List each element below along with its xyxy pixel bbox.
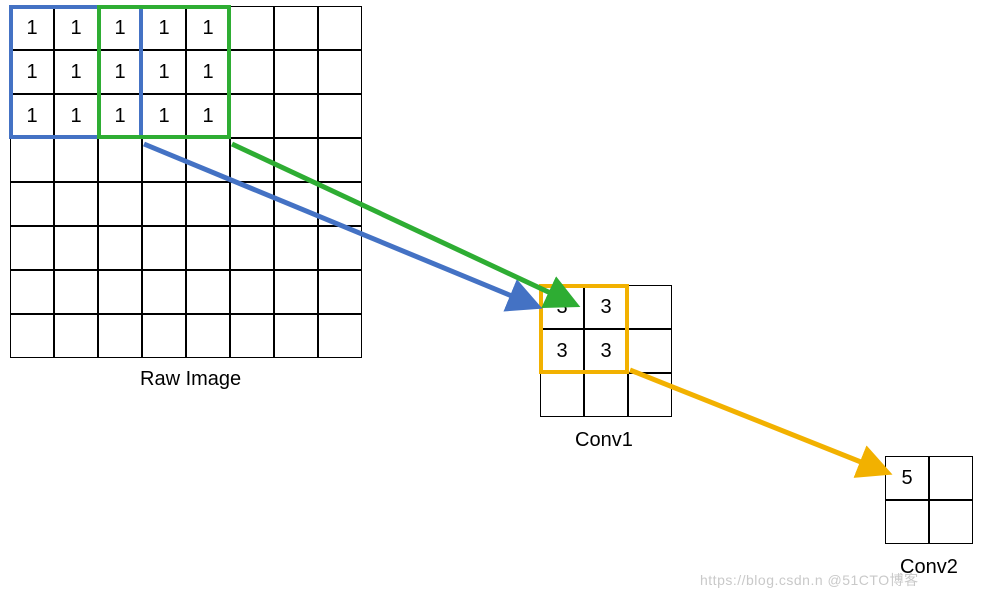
raw-cell: [186, 270, 230, 314]
conv1-cell: [628, 329, 672, 373]
raw-cell: [142, 182, 186, 226]
raw-cell: 1: [142, 50, 186, 94]
raw-cell: [318, 50, 362, 94]
raw-cell: [186, 182, 230, 226]
raw-cell: [98, 270, 142, 314]
raw-cell: [186, 138, 230, 182]
raw-cell: [10, 226, 54, 270]
raw-cell: [274, 6, 318, 50]
raw-cell: [318, 226, 362, 270]
raw-cell: 1: [10, 50, 54, 94]
raw-cell: [230, 94, 274, 138]
raw-cell: [274, 226, 318, 270]
raw-cell: [186, 314, 230, 358]
raw-cell: [230, 226, 274, 270]
raw-image-label: Raw Image: [140, 368, 241, 391]
raw-image-grid: 111111111111111: [10, 6, 362, 358]
raw-cell: [98, 226, 142, 270]
raw-cell: 1: [98, 50, 142, 94]
raw-cell: 1: [10, 94, 54, 138]
raw-cell: 1: [142, 6, 186, 50]
raw-cell: [274, 94, 318, 138]
raw-cell: 1: [142, 94, 186, 138]
raw-cell: 1: [98, 6, 142, 50]
conv1-cell: 3: [584, 329, 628, 373]
raw-cell: [186, 226, 230, 270]
raw-cell: [230, 314, 274, 358]
conv2-cell: 5: [885, 456, 929, 500]
conv2-grid: 5: [885, 456, 973, 544]
raw-cell: 1: [186, 50, 230, 94]
raw-cell: [274, 138, 318, 182]
conv1-label: Conv1: [575, 429, 633, 452]
conv1-cell: [628, 285, 672, 329]
conv1-cell: [584, 373, 628, 417]
raw-cell: [230, 138, 274, 182]
conv1-cell: 3: [584, 285, 628, 329]
conv1-cell: [628, 373, 672, 417]
raw-cell: [274, 270, 318, 314]
raw-cell: [318, 94, 362, 138]
raw-cell: [142, 226, 186, 270]
raw-cell: [274, 314, 318, 358]
raw-cell: [54, 314, 98, 358]
raw-cell: [318, 6, 362, 50]
conv1-cell: 3: [540, 285, 584, 329]
raw-cell: [10, 270, 54, 314]
raw-cell: [54, 182, 98, 226]
raw-cell: [54, 226, 98, 270]
raw-cell: [98, 314, 142, 358]
raw-cell: [230, 50, 274, 94]
raw-cell: 1: [98, 94, 142, 138]
raw-cell: [318, 314, 362, 358]
conv2-cell: [885, 500, 929, 544]
raw-cell: [274, 182, 318, 226]
raw-cell: [10, 138, 54, 182]
raw-cell: [10, 182, 54, 226]
conv1-cell: 3: [540, 329, 584, 373]
raw-cell: [142, 270, 186, 314]
raw-cell: [230, 270, 274, 314]
raw-cell: [318, 270, 362, 314]
conv1-grid: 3333: [540, 285, 672, 417]
raw-cell: [142, 138, 186, 182]
raw-cell: [230, 182, 274, 226]
raw-cell: [10, 314, 54, 358]
raw-cell: [318, 138, 362, 182]
raw-cell: 1: [10, 6, 54, 50]
raw-cell: 1: [54, 6, 98, 50]
conv1-cell: [540, 373, 584, 417]
raw-cell: [230, 6, 274, 50]
raw-cell: 1: [186, 94, 230, 138]
watermark-text: https://blog.csdn.n @51CTO博客: [700, 570, 919, 590]
conv2-cell: [929, 500, 973, 544]
raw-cell: [98, 138, 142, 182]
raw-cell: [54, 138, 98, 182]
raw-cell: [142, 314, 186, 358]
raw-cell: [318, 182, 362, 226]
raw-cell: 1: [54, 50, 98, 94]
raw-cell: 1: [186, 6, 230, 50]
raw-cell: 1: [54, 94, 98, 138]
raw-cell: [54, 270, 98, 314]
conv2-cell: [929, 456, 973, 500]
raw-cell: [98, 182, 142, 226]
raw-cell: [274, 50, 318, 94]
